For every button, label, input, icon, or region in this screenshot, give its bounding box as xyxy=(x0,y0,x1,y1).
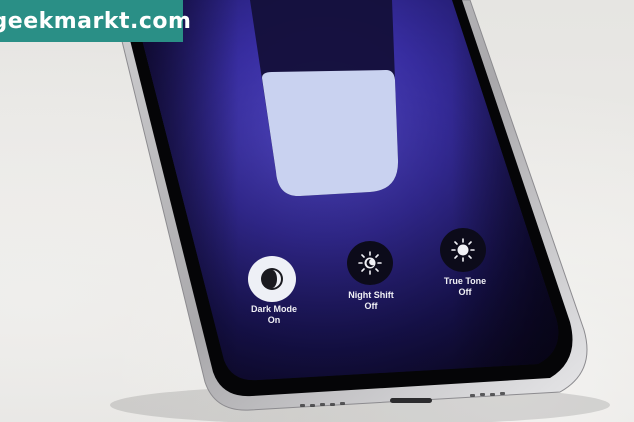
brightness-slider[interactable] xyxy=(0,0,634,422)
night-shift-state: Off xyxy=(364,301,378,311)
true-tone-button[interactable] xyxy=(440,228,486,272)
watermark-text: geekmarkt.com xyxy=(0,8,192,34)
true-tone-icon xyxy=(451,238,475,262)
watermark-logo: geekmarkt.com xyxy=(0,0,191,42)
dark-mode-state: On xyxy=(267,315,281,325)
brightness-fill xyxy=(262,70,399,197)
dark-mode-button[interactable] xyxy=(248,256,296,302)
true-tone-label: True Tone Off xyxy=(436,276,494,298)
night-shift-button[interactable] xyxy=(347,241,393,285)
night-shift-icon xyxy=(358,251,382,275)
dark-mode-label: Dark Mode On xyxy=(246,304,302,326)
true-tone-state: Off xyxy=(458,287,472,297)
dark-mode-icon xyxy=(261,268,283,290)
night-shift-label: Night Shift Off xyxy=(340,290,402,312)
